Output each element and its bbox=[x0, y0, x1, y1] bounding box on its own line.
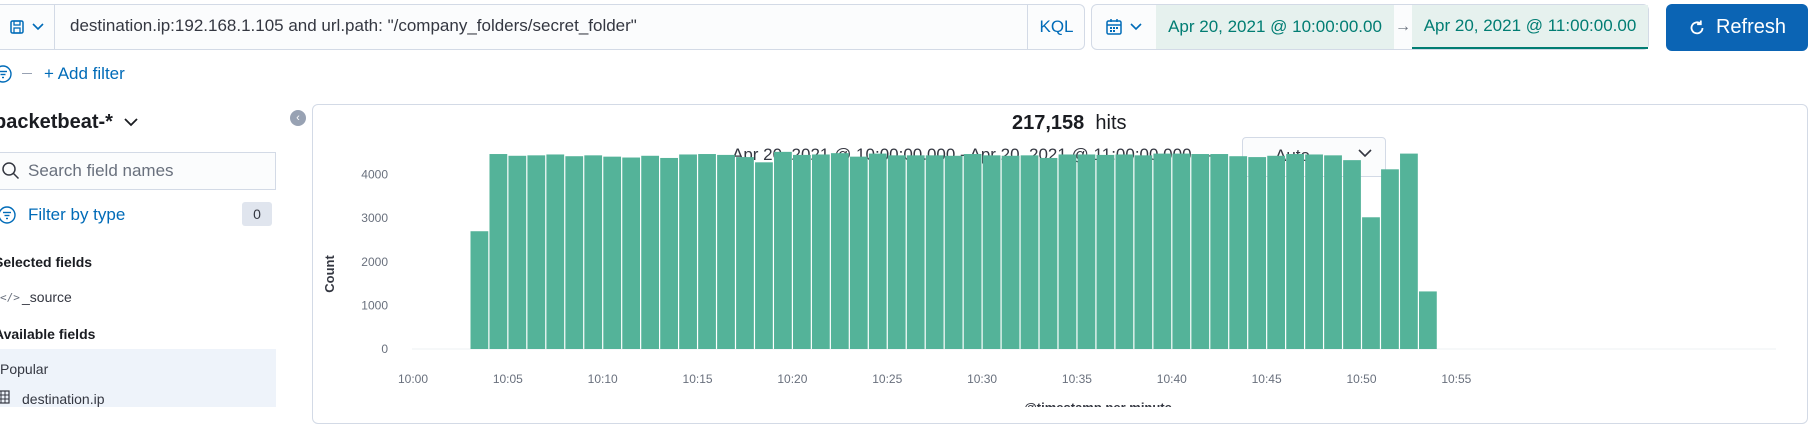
chart-bar bbox=[1343, 160, 1361, 349]
chart-bar bbox=[660, 157, 678, 349]
chart-bar bbox=[584, 155, 603, 349]
chart-bar bbox=[793, 154, 811, 349]
chart-bar bbox=[1172, 153, 1191, 349]
x-tick-label: 10:35 bbox=[1062, 372, 1092, 386]
chart-bar bbox=[1305, 154, 1323, 349]
chart-bar bbox=[1058, 154, 1077, 349]
chart-bar bbox=[944, 155, 963, 349]
chart-bar bbox=[811, 154, 830, 349]
chart-bar bbox=[1267, 155, 1286, 349]
chart-bar bbox=[1324, 155, 1342, 349]
chart-bar bbox=[982, 155, 1001, 349]
chart-bar bbox=[755, 162, 773, 349]
chart-bar bbox=[830, 153, 849, 349]
chart-bar bbox=[679, 154, 697, 349]
y-tick-label: 3000 bbox=[361, 211, 388, 225]
chart-bar bbox=[717, 154, 735, 349]
chart-bar bbox=[546, 154, 565, 349]
chart-bar bbox=[1419, 291, 1437, 349]
x-tick-label: 10:25 bbox=[872, 372, 902, 386]
x-tick-label: 10:50 bbox=[1346, 372, 1376, 386]
x-tick-label: 10:55 bbox=[1441, 372, 1471, 386]
x-tick-label: 10:20 bbox=[777, 372, 807, 386]
chart-bar bbox=[774, 151, 792, 349]
chart-bar bbox=[1362, 217, 1380, 349]
x-tick-label: 10:05 bbox=[493, 372, 523, 386]
chart-bar bbox=[1400, 153, 1418, 349]
x-tick-label: 10:30 bbox=[967, 372, 997, 386]
chart-bar bbox=[1020, 155, 1039, 349]
y-tick-label: 4000 bbox=[361, 168, 388, 182]
chart-bar bbox=[925, 155, 944, 349]
chart-bar bbox=[1096, 154, 1115, 349]
x-tick-label: 10:00 bbox=[398, 372, 428, 386]
chart-bar bbox=[603, 156, 622, 349]
histogram-chart: 0 1000 2000 3000 4000 10:00 10:05 10:10 10:15 10:… bbox=[322, 151, 1776, 407]
x-tick-label: 10:40 bbox=[1157, 372, 1187, 386]
x-axis-label: @timestamp per minute bbox=[1024, 400, 1172, 407]
chart-bar bbox=[527, 155, 546, 349]
chart-bar bbox=[1039, 157, 1058, 349]
chart-bar bbox=[849, 156, 868, 349]
chart-bar bbox=[622, 157, 641, 349]
chart-bar bbox=[1286, 154, 1304, 349]
chart-bar bbox=[1210, 154, 1229, 349]
chart-bar bbox=[1134, 155, 1153, 349]
x-tick-label: 10:45 bbox=[1252, 372, 1282, 386]
chart-bar bbox=[963, 154, 982, 349]
chart-bar bbox=[1001, 155, 1020, 349]
chart-bar bbox=[489, 154, 508, 349]
y-tick-label: 1000 bbox=[361, 298, 388, 312]
chart-bar bbox=[736, 157, 754, 349]
chart-bar bbox=[1115, 154, 1134, 349]
chart-bar bbox=[508, 155, 527, 349]
chart-bar bbox=[641, 155, 660, 349]
chart-bar bbox=[868, 153, 887, 349]
chart-bar bbox=[470, 231, 489, 349]
chart-bar bbox=[1191, 154, 1210, 349]
chart-bar bbox=[1381, 169, 1399, 349]
y-axis-label: Count bbox=[322, 255, 337, 293]
chart-bar bbox=[1153, 153, 1172, 349]
x-tick-label: 10:10 bbox=[588, 372, 618, 386]
chart-bar bbox=[1229, 156, 1248, 349]
chart-bar bbox=[887, 155, 906, 349]
chart-bar bbox=[565, 156, 584, 349]
chart-bar bbox=[698, 154, 716, 349]
y-tick-label: 2000 bbox=[361, 255, 388, 269]
x-tick-label: 10:15 bbox=[683, 372, 713, 386]
chart-bar bbox=[906, 155, 925, 349]
chart-bar bbox=[1077, 154, 1096, 349]
chart-bar bbox=[1248, 157, 1267, 349]
y-tick-label: 0 bbox=[381, 342, 388, 356]
